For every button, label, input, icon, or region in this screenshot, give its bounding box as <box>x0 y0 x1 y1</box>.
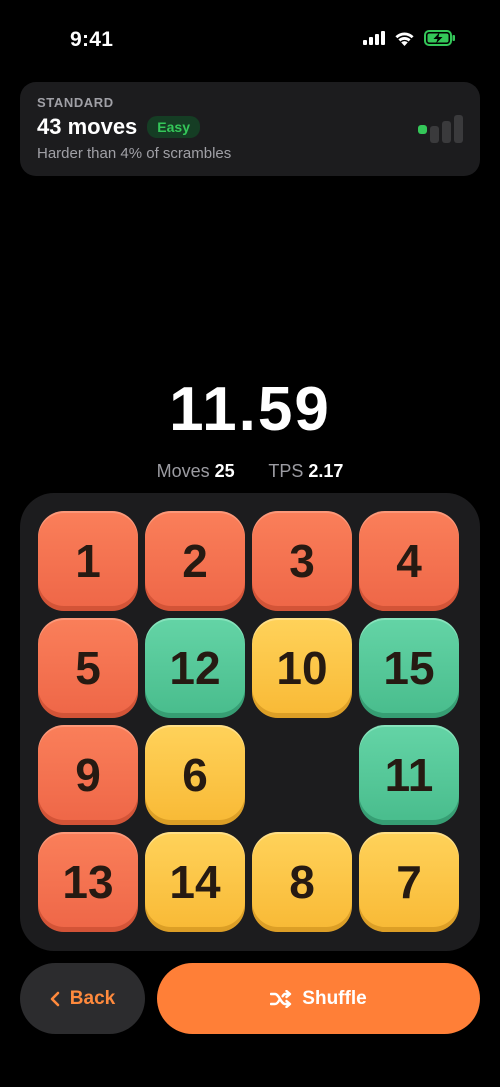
puzzle-tile[interactable]: 12 <box>145 618 245 718</box>
puzzle-tile[interactable]: 9 <box>38 725 138 825</box>
status-icons <box>363 30 456 46</box>
puzzle-tile[interactable]: 6 <box>145 725 245 825</box>
tps-label: TPS <box>268 461 304 481</box>
shuffle-icon <box>270 989 292 1008</box>
puzzle-tile[interactable]: 8 <box>252 832 352 932</box>
back-button[interactable]: Back <box>20 963 145 1034</box>
shuffle-button-label: Shuffle <box>302 987 367 1009</box>
difficulty-meter-bar <box>454 115 463 143</box>
difficulty-meter-bar <box>430 126 439 143</box>
puzzle-tile[interactable]: 1 <box>38 511 138 611</box>
difficulty-badge: Easy <box>147 116 200 138</box>
difficulty-meter-icon <box>418 115 463 143</box>
difficulty-meter-bar <box>418 125 427 134</box>
back-button-label: Back <box>69 987 116 1009</box>
battery-charging-icon <box>424 30 456 46</box>
status-bar: 9:41 <box>0 0 500 80</box>
puzzle-tile[interactable]: 3 <box>252 511 352 611</box>
puzzle-info-card: STANDARD 43 moves Easy Harder than 4% of… <box>20 82 480 176</box>
puzzle-tile[interactable]: 11 <box>359 725 459 825</box>
wifi-icon <box>394 31 415 46</box>
moves-value: 25 <box>214 461 235 481</box>
puzzle-tile[interactable]: 13 <box>38 832 138 932</box>
puzzle-tile[interactable]: 7 <box>359 832 459 932</box>
puzzle-tile[interactable]: 2 <box>145 511 245 611</box>
solve-stats: Moves 25 TPS 2.17 <box>0 461 500 482</box>
puzzle-category: STANDARD <box>37 95 114 110</box>
puzzle-tile[interactable]: 15 <box>359 618 459 718</box>
puzzle-tile[interactable]: 5 <box>38 618 138 718</box>
optimal-moves-count: 43 moves <box>37 114 138 139</box>
moves-label: Moves <box>156 461 210 481</box>
cellular-signal-icon <box>363 31 385 45</box>
puzzle-tile[interactable]: 4 <box>359 511 459 611</box>
solve-timer: 11.59 <box>169 375 331 444</box>
shuffle-button[interactable]: Shuffle <box>157 963 480 1034</box>
tps-value: 2.17 <box>308 461 344 481</box>
difficulty-meter-bar <box>442 121 451 143</box>
difficulty-caption: Harder than 4% of scrambles <box>37 145 232 162</box>
status-time: 9:41 <box>70 28 114 51</box>
puzzle-board: 1 2 3 4 5 12 10 15 9 6 11 13 14 8 7 <box>20 493 480 951</box>
chevron-left-icon <box>50 991 60 1007</box>
puzzle-tile[interactable]: 10 <box>252 618 352 718</box>
puzzle-tile[interactable]: 14 <box>145 832 245 932</box>
